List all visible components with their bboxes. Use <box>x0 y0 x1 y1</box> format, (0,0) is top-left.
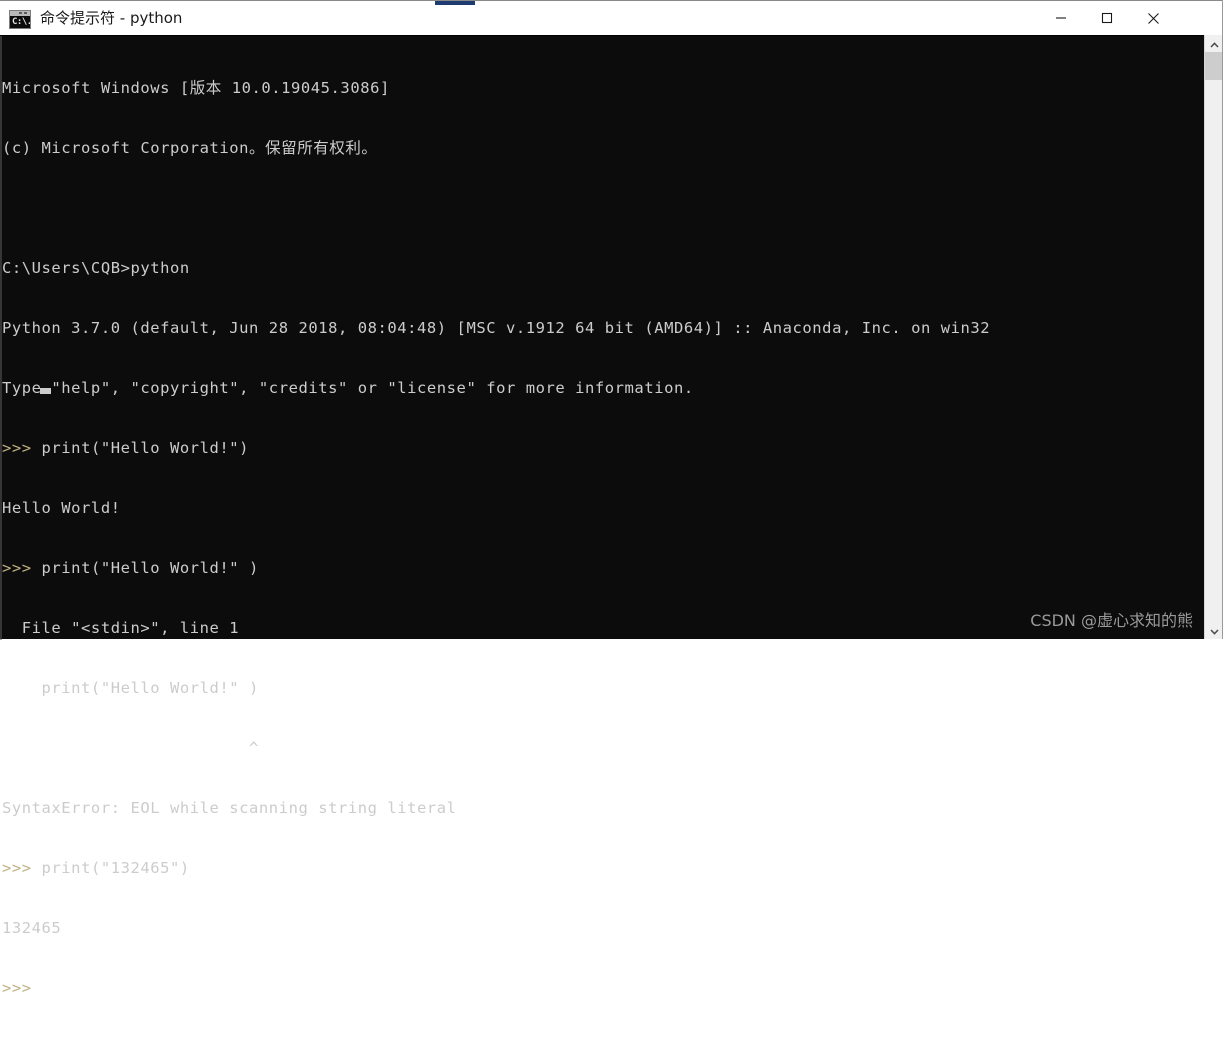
watermark: CSDN @虚心求知的熊 <box>1030 611 1193 630</box>
window-title: 命令提示符 - python <box>40 9 183 27</box>
console-line-prompt: >>> print("Hello World!") <box>2 438 1192 458</box>
console-line: (c) Microsoft Corporation。保留所有权利。 <box>2 139 378 157</box>
maximize-button[interactable] <box>1084 1 1130 35</box>
chevron-down-icon <box>1209 629 1219 635</box>
prompt-marker: >>> <box>2 559 32 577</box>
console-line-error: SyntaxError: EOL while scanning string l… <box>2 799 457 817</box>
minimize-button[interactable] <box>1038 1 1084 35</box>
console-command: print("Hello World!") <box>31 439 250 457</box>
console-line: Type "help", "copyright", "credits" or "… <box>2 379 694 397</box>
console-line: 132465 <box>2 919 62 937</box>
console-text: Microsoft Windows [版本 10.0.19045.3086] (… <box>2 38 1192 1038</box>
prompt-marker: >>> <box>2 979 32 997</box>
console-line: Hello World! <box>2 499 121 517</box>
close-button[interactable] <box>1130 1 1176 35</box>
console-command: print("132465") <box>31 859 190 877</box>
cmd-icon: C:\. <box>9 10 31 29</box>
cmd-icon-label: C:\. <box>12 17 31 27</box>
accent-strip <box>435 1 475 5</box>
console-line-prompt: >>> print("132465") <box>2 858 1192 878</box>
console-line: Python 3.7.0 (default, Jun 28 2018, 08:0… <box>2 319 991 337</box>
scroll-up-button[interactable] <box>1205 35 1223 52</box>
console-line: C:\Users\CQB>python <box>2 259 190 277</box>
block-cursor <box>40 388 51 394</box>
close-icon <box>1147 12 1159 24</box>
title-bar[interactable]: C:\. 命令提示符 - python <box>0 0 1223 35</box>
vertical-scrollbar[interactable] <box>1204 35 1223 639</box>
console-output-area[interactable]: Microsoft Windows [版本 10.0.19045.3086] (… <box>0 35 1223 997</box>
console-line-prompt: >>> <box>2 978 1192 998</box>
console-line: Microsoft Windows [版本 10.0.19045.3086] <box>2 79 390 97</box>
scrollbar-thumb[interactable] <box>1205 52 1223 80</box>
scroll-down-button[interactable] <box>1205 622 1223 639</box>
minimize-icon <box>1056 17 1066 19</box>
command-prompt-window: C:\. 命令提示符 - python Microsoft Windows [版… <box>0 0 1223 997</box>
cmd-icon-dot <box>19 12 22 14</box>
prompt-marker: >>> <box>2 439 32 457</box>
maximize-icon <box>1101 12 1113 24</box>
console-line: print("Hello World!" ) <box>2 679 259 697</box>
cmd-icon-dot <box>24 12 27 14</box>
console-line: File "<stdin>", line 1 <box>2 619 240 637</box>
console-command: print("Hello World!" ) <box>31 559 259 577</box>
console-line-prompt: >>> print("Hello World!" ) <box>2 558 1192 578</box>
prompt-marker: >>> <box>2 859 32 877</box>
chevron-up-icon <box>1209 42 1219 48</box>
console-line-caret: ^ <box>2 739 259 757</box>
